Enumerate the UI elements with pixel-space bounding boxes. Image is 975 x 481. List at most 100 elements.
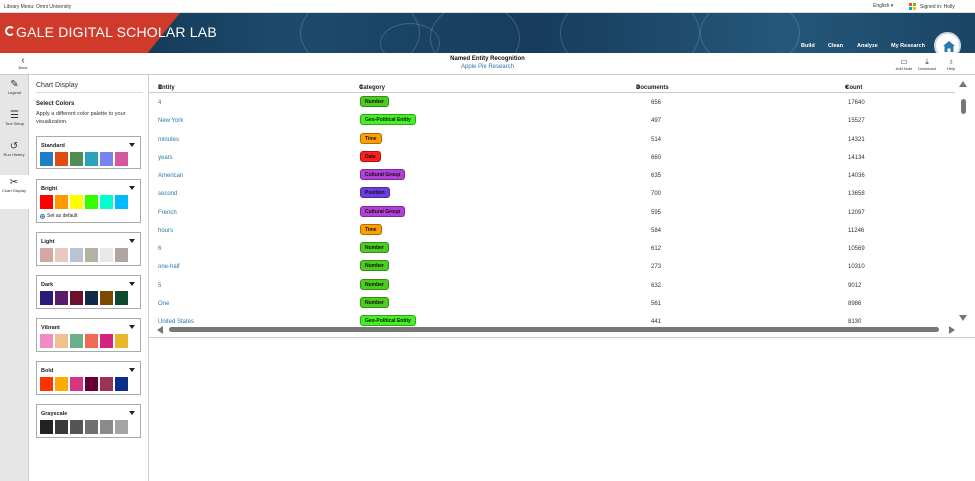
color-swatch: [85, 248, 98, 262]
rail-legend-label: Legend: [7, 90, 22, 95]
chevron-down-icon[interactable]: [129, 368, 135, 372]
color-swatch: [115, 248, 128, 262]
set-as-default-option[interactable]: Set as default: [40, 213, 78, 219]
divider: [36, 92, 143, 93]
column-header-category[interactable]: Category ⇕: [359, 84, 385, 91]
download-button[interactable]: ⤓ Download: [916, 57, 938, 71]
scroll-up-icon[interactable]: [959, 81, 967, 87]
count-value: 14321: [848, 136, 865, 143]
chevron-down-icon[interactable]: [129, 239, 135, 243]
column-header-count[interactable]: Count ▾: [845, 84, 862, 91]
help-button[interactable]: ♁ Help: [940, 57, 962, 71]
count-value: 12097: [848, 209, 865, 216]
scissors-icon: ✂: [9, 177, 19, 188]
chevron-down-icon[interactable]: [129, 282, 135, 286]
palette-light[interactable]: Light: [36, 232, 141, 266]
home-button[interactable]: [934, 32, 961, 53]
entity-link[interactable]: 5: [158, 283, 161, 289]
table-row: New York Geo-Political Entity 497 15527: [149, 114, 955, 132]
documents-value: 584: [651, 227, 662, 234]
nav-analyze[interactable]: Analyze: [857, 43, 878, 49]
rail-item-legend[interactable]: ✎ Legend: [0, 79, 29, 95]
nav-build[interactable]: Build: [801, 43, 815, 49]
rail-item-chart-display[interactable]: ✂ Chart Display: [0, 175, 29, 209]
entity-link[interactable]: hours: [158, 228, 173, 234]
palette-swatches: [40, 291, 128, 305]
nav-clean[interactable]: Clean: [828, 43, 843, 49]
documents-value: 595: [651, 209, 662, 216]
color-swatch: [115, 291, 128, 305]
library-menu-link[interactable]: Library Menu: Omni University: [4, 4, 71, 10]
palette-dark[interactable]: Dark: [36, 275, 141, 309]
category-badge: Number: [360, 296, 389, 308]
signed-in-status[interactable]: Signed in: Holly: [920, 4, 955, 10]
color-swatch: [40, 291, 53, 305]
nav-my-research[interactable]: My Research: [891, 43, 925, 49]
table-row: French Cultural Group 595 12097: [149, 205, 955, 224]
palette-standard[interactable]: Standard: [36, 136, 141, 169]
chevron-down-icon[interactable]: [129, 186, 135, 190]
color-swatch: [55, 334, 68, 348]
entity-link[interactable]: New York: [158, 118, 183, 124]
scroll-left-icon[interactable]: [157, 326, 163, 334]
color-swatch: [100, 420, 113, 434]
language-selector[interactable]: English ▾: [873, 3, 893, 9]
vertical-scrollbar[interactable]: [957, 81, 971, 321]
table-row: minutes Time 514 14321: [149, 132, 955, 151]
entity-link[interactable]: years: [158, 155, 173, 161]
color-swatch: [70, 248, 83, 262]
rail-tool-setup-label: Tool Setup: [5, 121, 24, 126]
table-row: 5 Number 632 9012: [149, 278, 955, 297]
palette-name: Bright: [41, 186, 58, 192]
horizontal-scrollbar[interactable]: [157, 325, 957, 334]
table-row: one-half Number 273 10310: [149, 260, 955, 278]
entity-link[interactable]: One: [158, 301, 169, 307]
color-swatch: [85, 291, 98, 305]
count-value: 10569: [848, 246, 865, 252]
entity-link[interactable]: American: [158, 173, 183, 179]
color-swatch: [85, 195, 98, 209]
entity-link[interactable]: minutes: [158, 137, 179, 143]
palette-bold[interactable]: Bold: [36, 361, 141, 395]
color-swatch: [55, 248, 68, 262]
table-row: One Number 561 8986: [149, 296, 955, 315]
chevron-down-icon[interactable]: [129, 325, 135, 329]
rail-item-run-history[interactable]: ↺ Run History: [2, 141, 26, 157]
color-swatch: [55, 377, 68, 391]
scroll-down-icon[interactable]: [959, 315, 967, 321]
documents-value: 561: [651, 300, 662, 307]
radio-button[interactable]: [40, 213, 45, 219]
color-swatch: [85, 334, 98, 348]
color-swatch: [70, 152, 83, 166]
color-swatch: [40, 420, 53, 434]
category-badge: Number: [360, 242, 389, 253]
column-header-documents[interactable]: Documents ⇕: [636, 84, 669, 91]
palette-name: Bold: [41, 368, 54, 374]
entity-link[interactable]: second: [158, 191, 177, 197]
rail-item-tool-setup[interactable]: ☰ Tool Setup: [0, 110, 29, 126]
documents-value: 635: [651, 173, 662, 179]
color-swatch: [115, 334, 128, 348]
entity-link[interactable]: 4: [158, 100, 161, 106]
palette-bright[interactable]: Bright Set as default: [36, 179, 141, 223]
entity-link[interactable]: 6: [158, 246, 161, 252]
documents-value: 700: [651, 191, 662, 198]
utility-bar: Library Menu: Omni University English ▾ …: [0, 0, 975, 13]
horizontal-scroll-thumb[interactable]: [169, 327, 939, 332]
add-note-button[interactable]: ▭ Add Note: [893, 57, 915, 71]
scroll-right-icon[interactable]: [949, 326, 955, 334]
set-as-default-label: Set as default: [47, 213, 78, 219]
chevron-down-icon[interactable]: [129, 411, 135, 415]
project-link[interactable]: Apple Pie Research: [0, 64, 975, 70]
entity-link[interactable]: French: [158, 210, 177, 216]
palette-vibrant[interactable]: Vibrant: [36, 318, 141, 352]
page-title: Named Entity Recognition: [450, 56, 525, 62]
chevron-down-icon[interactable]: [129, 143, 135, 147]
column-header-entity[interactable]: Entity ⇕: [158, 84, 175, 91]
scroll-thumb[interactable]: [961, 99, 966, 114]
palette-name: Dark: [41, 282, 54, 288]
chart-display-panel: Chart Display Select Colors Apply a diff…: [29, 75, 149, 481]
palette-grayscale[interactable]: Grayscale: [36, 404, 141, 438]
entity-link[interactable]: one-half: [158, 264, 180, 270]
app-name[interactable]: GALE DIGITAL SCHOLAR LAB: [16, 24, 217, 40]
